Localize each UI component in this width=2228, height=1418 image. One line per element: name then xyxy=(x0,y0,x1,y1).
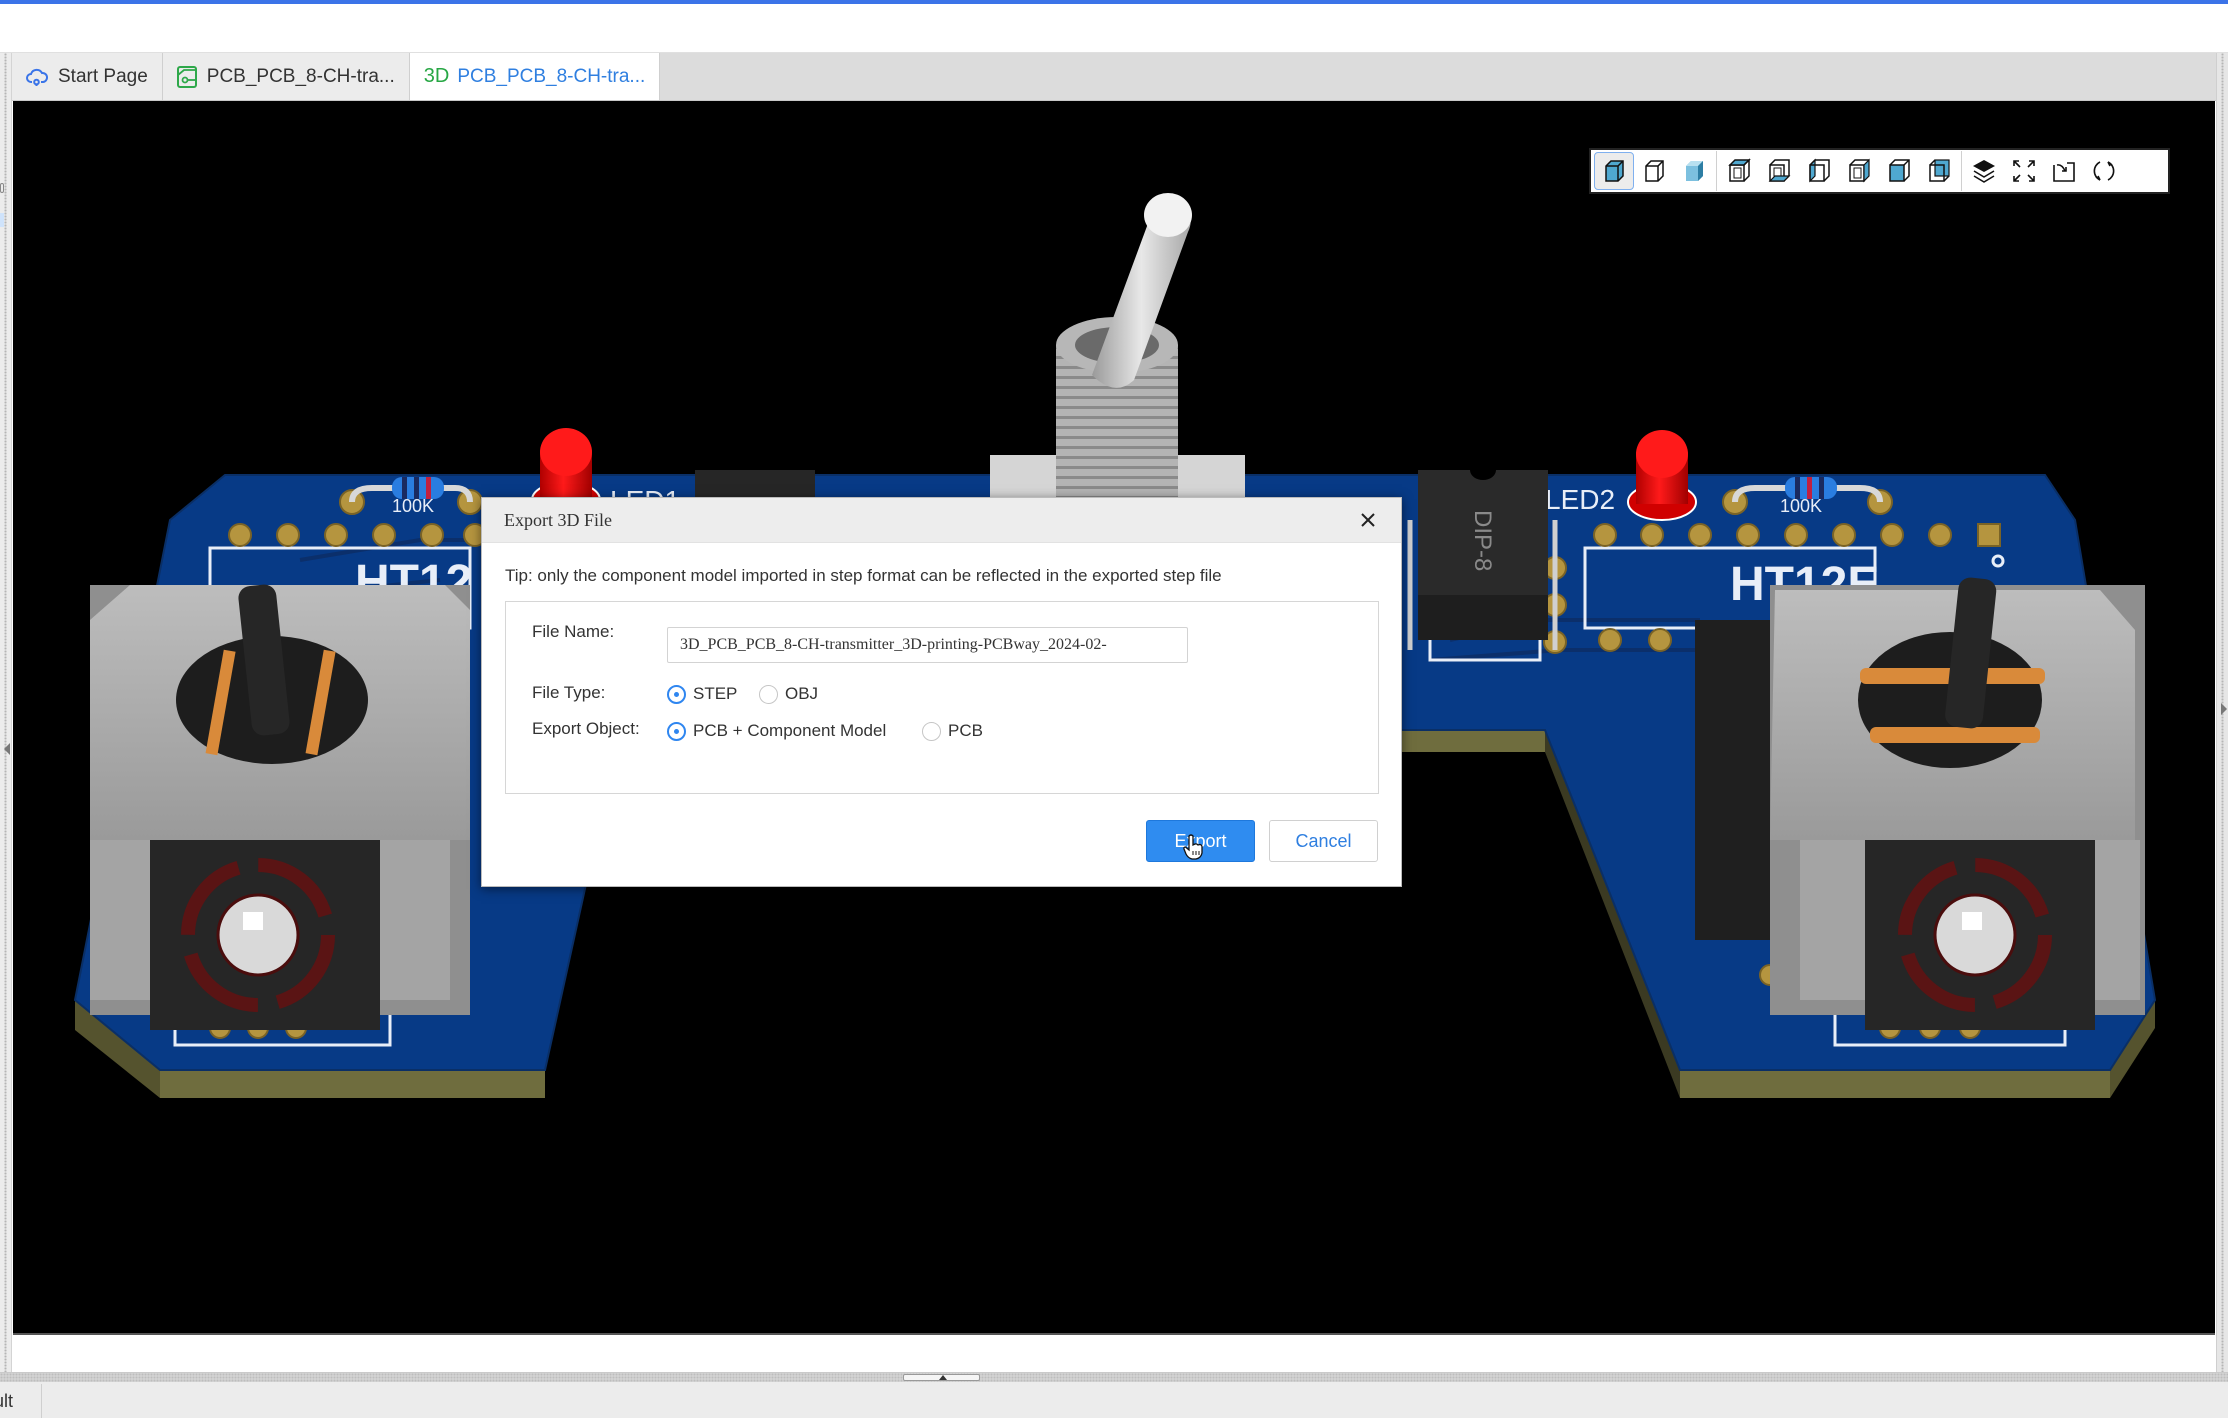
wireframe-view-icon xyxy=(1645,160,1664,182)
led-right xyxy=(1627,430,1697,521)
transparent-view-icon xyxy=(1686,161,1703,181)
right-view-button[interactable] xyxy=(1839,152,1879,190)
transparent-view-button[interactable] xyxy=(1674,152,1714,190)
left-view-button[interactable] xyxy=(1799,152,1839,190)
radio-unchecked-icon xyxy=(759,684,778,704)
toggle-switch xyxy=(990,193,1245,515)
front-view-icon xyxy=(1889,159,1910,182)
file-type-obj-radio[interactable]: OBJ xyxy=(759,684,818,704)
3d-icon: 3D xyxy=(423,65,450,87)
bottom-tab-result[interactable]: Result xyxy=(0,1384,42,1418)
tab-label: Start Page xyxy=(58,65,148,87)
silk-resistor-left: 100K xyxy=(392,496,434,516)
dialog-header: Export 3D File xyxy=(482,498,1401,543)
layers-icon xyxy=(1973,160,1995,183)
tab-start-page[interactable]: Start Page xyxy=(12,53,163,100)
rotate-button[interactable] xyxy=(2084,152,2124,190)
left-panel-edge-highlight xyxy=(0,213,4,227)
silk-dip8: DIP-8 xyxy=(1469,510,1496,571)
front-view-button[interactable] xyxy=(1879,152,1919,190)
file-name-label: File Name: xyxy=(532,622,615,641)
fit-view-icon xyxy=(2013,160,2035,182)
bottom-panel: Result xyxy=(0,1382,2228,1418)
bottom-view-button[interactable] xyxy=(1759,152,1799,190)
app-window: Start Page PCB_PCB_8-CH-tra... 3D PCB_PC… xyxy=(0,0,2228,1418)
dialog-title: Export 3D File xyxy=(504,510,612,530)
file-name-input[interactable] xyxy=(667,627,1188,663)
expand-bottom-panel-handle[interactable] xyxy=(903,1374,980,1381)
joystick-left xyxy=(90,584,470,1030)
splitter-grip xyxy=(4,53,7,1373)
tab-label: PCB_PCB_8-CH-tra... xyxy=(457,65,646,87)
dip8-chip: DIP-8 xyxy=(1407,470,1558,650)
top-toolbar-area xyxy=(0,4,2228,53)
export-3d-file-dialog: Export 3D File Tip: only the component m… xyxy=(481,497,1402,887)
layers-button[interactable] xyxy=(1964,152,2004,190)
export-object-pcb-radio[interactable]: PCB xyxy=(922,721,983,741)
radio-label: OBJ xyxy=(785,684,819,703)
back-view-button[interactable] xyxy=(1919,152,1959,190)
bottom-panel-splitter[interactable] xyxy=(0,1372,2228,1382)
silk-resistor-right: 100K xyxy=(1780,496,1822,516)
tab-label: PCB_PCB_8-CH-tra... xyxy=(206,65,395,87)
toolbar-separator xyxy=(1716,151,1717,191)
left-panel-edge-icon xyxy=(0,183,4,193)
document-tab-bar: Start Page PCB_PCB_8-CH-tra... 3D PCB_PC… xyxy=(12,53,2216,101)
3d-view-toolbar xyxy=(1589,148,2170,194)
close-dialog-button[interactable] xyxy=(1357,509,1379,531)
collapse-left-arrow-icon[interactable] xyxy=(4,743,10,755)
bottom-view-icon xyxy=(1768,159,1791,182)
radio-label: STEP xyxy=(693,684,738,703)
expand-right-arrow-icon[interactable] xyxy=(2221,703,2227,715)
export-object-label: Export Object: xyxy=(532,719,640,738)
file-type-label: File Type: xyxy=(532,683,606,702)
radio-checked-icon xyxy=(667,684,686,704)
right-panel-splitter[interactable] xyxy=(2216,53,2228,1381)
left-view-icon xyxy=(1809,158,1830,183)
export-view-button[interactable] xyxy=(2044,152,2084,190)
cloud-icon xyxy=(26,67,48,87)
viewport-footer xyxy=(12,1337,2216,1372)
back-view-icon xyxy=(1929,159,1950,182)
wireframe-view-button[interactable] xyxy=(1634,152,1674,190)
tab-3d-view[interactable]: 3D PCB_PCB_8-CH-tra... xyxy=(409,53,661,100)
hand-cursor-icon xyxy=(1183,834,1203,860)
left-panel-splitter[interactable] xyxy=(0,53,12,1373)
top-view-button[interactable] xyxy=(1719,152,1759,190)
radio-unchecked-icon xyxy=(922,721,941,741)
solid-view-icon xyxy=(1605,160,1624,182)
pcb-icon xyxy=(176,65,197,88)
radio-label: PCB xyxy=(948,721,983,740)
radio-checked-icon xyxy=(667,721,686,741)
bottom-tab-label: Result xyxy=(0,1390,13,1411)
toolbar-separator xyxy=(1961,151,1962,191)
export-object-pcb-component-radio[interactable]: PCB + Component Model xyxy=(667,721,886,741)
tab-pcb[interactable]: PCB_PCB_8-CH-tra... xyxy=(162,53,410,100)
export-view-icon xyxy=(2053,162,2075,182)
cancel-button[interactable]: Cancel xyxy=(1269,820,1378,862)
fit-view-button[interactable] xyxy=(2004,152,2044,190)
close-icon xyxy=(1361,513,1375,527)
dialog-tip: Tip: only the component model imported i… xyxy=(505,566,1222,585)
silk-led-right: LED2 xyxy=(1545,484,1615,515)
radio-label: PCB + Component Model xyxy=(693,721,887,740)
rotate-icon xyxy=(2093,161,2115,181)
export-options-fieldset: File Name: File Type: STEP OBJ Export Ob… xyxy=(505,601,1379,794)
splitter-grip xyxy=(2221,53,2224,1381)
solid-view-button[interactable] xyxy=(1594,152,1634,190)
right-view-icon xyxy=(1849,158,1870,183)
file-type-step-radio[interactable]: STEP xyxy=(667,684,737,704)
top-view-icon xyxy=(1728,158,1751,182)
